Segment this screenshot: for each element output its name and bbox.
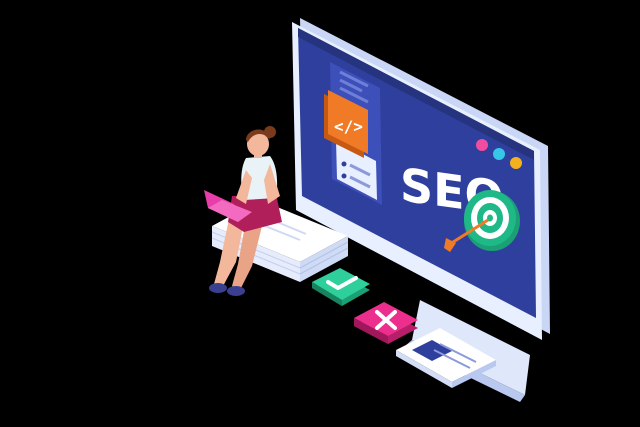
close-badge [354,302,418,344]
dot-cyan [493,148,505,160]
check-badge [312,268,370,306]
code-icon: </> [334,117,363,136]
dot-yellow [510,157,522,169]
illustration-canvas: </> SEO [204,18,550,402]
woman-figure [204,126,282,296]
seo-illustration: </> SEO [0,0,640,427]
dot-pink [476,139,488,151]
